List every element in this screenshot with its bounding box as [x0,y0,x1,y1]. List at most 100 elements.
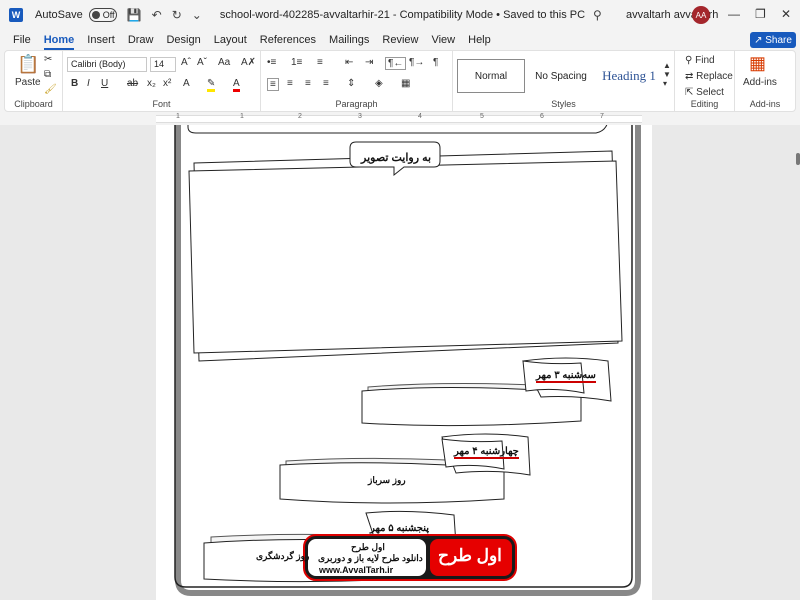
increase-indent-icon[interactable]: ⇥ [365,57,373,68]
search-icon[interactable]: ⚲ [593,8,602,22]
text-effects-icon[interactable]: A [183,78,190,89]
tab-review[interactable]: Review [382,34,418,46]
style-normal[interactable]: Normal [457,59,525,93]
day3-label[interactable]: پنجشنبه ۵ مهر [370,523,429,536]
watermark-line2: دانلود طرح لایه باز و دوربری [318,553,423,563]
align-center-icon[interactable]: ≡ [287,78,293,89]
addins-icon[interactable]: ▦ [749,53,766,74]
style-no-spacing[interactable]: No Spacing [527,59,595,93]
vertical-scrollbar[interactable] [796,153,800,165]
toggle-knob [91,11,100,19]
redo-icon[interactable]: ↻ [172,8,182,22]
replace-button[interactable]: ⇄ Replace [685,71,733,82]
italic-icon[interactable]: I [87,78,90,89]
tab-home[interactable]: Home [43,34,74,50]
autosave-label: AutoSave [35,9,83,21]
ruler-number: 3 [358,113,362,120]
day2-text[interactable]: روز سرباز [368,475,406,486]
ruler-bar [156,115,642,123]
cut-icon[interactable]: ✂ [44,54,52,65]
addins-group-label: Add-ins [749,99,781,109]
restore-icon[interactable]: ❐ [755,7,766,21]
addins-button[interactable]: Add-ins [743,77,777,88]
change-case-icon[interactable]: Aa [218,57,230,68]
day1-banner-graphic [361,357,612,427]
minimize-icon[interactable]: — [728,7,740,21]
avatar[interactable]: AA [692,6,710,24]
customize-toolbar-icon[interactable]: ⌄ [192,8,202,22]
word-app-icon: W [9,8,23,22]
day3-text[interactable]: روز گردشگری [256,551,309,562]
horizontal-ruler[interactable]: 1 1 2 3 4 5 6 7 [0,113,800,125]
ltr-direction-icon[interactable]: ¶→ [409,57,424,68]
watermark-logo: اول طرح [438,546,502,565]
bullets-icon[interactable]: •≡ [267,57,276,68]
ruler-number: 6 [540,113,544,120]
shrink-font-icon[interactable]: Aˇ [197,57,207,68]
clear-formatting-icon[interactable]: A✗ [241,57,256,68]
tab-draw[interactable]: Draw [128,34,154,46]
style-heading-1[interactable]: Heading 1 [597,59,661,93]
document-title[interactable]: school-word-402285-avvaltarhir-21 - Comp… [220,9,585,21]
day1-label[interactable]: سه‌شنبه ۳ مهر [536,370,596,383]
undo-icon[interactable]: ↶ [152,8,162,22]
document-page[interactable]: به روایت تصویر سه‌شنبه ۳ مهر چهارشنبه ۴ … [156,125,652,600]
justify-icon[interactable]: ≡ [323,78,329,89]
day2-label[interactable]: چهارشنبه ۴ مهر [454,446,519,459]
select-button[interactable]: ⇱ Select [685,87,724,98]
close-icon[interactable]: ✕ [781,7,791,21]
superscript-icon[interactable]: x² [163,78,171,89]
editing-group: ⚲ Find ⇄ Replace ⇱ Select Editing [675,51,735,111]
tab-mailings[interactable]: Mailings [329,34,369,46]
title-bar: W AutoSave Off 💾 ↶ ↻ ⌄ school-word-40228… [0,0,800,30]
numbering-icon[interactable]: 1≡ [291,57,302,68]
save-icon[interactable]: 💾 [127,8,142,22]
align-right-icon[interactable]: ≡ [305,78,311,89]
grow-font-icon[interactable]: Aˆ [181,57,191,68]
highlight-icon[interactable]: ✎ [207,78,216,92]
decrease-indent-icon[interactable]: ⇤ [345,57,353,68]
find-button[interactable]: ⚲ Find [685,55,715,66]
tab-layout[interactable]: Layout [214,34,247,46]
paste-button[interactable]: Paste [15,77,41,88]
borders-icon[interactable]: ▦ [401,78,410,89]
tab-file[interactable]: File [13,34,31,46]
clipboard-group: 📋 Paste ✂ ⧉ 🖌 Clipboard [5,51,63,111]
bold-icon[interactable]: B [71,78,78,89]
copy-icon[interactable]: ⧉ [44,69,51,80]
show-formatting-icon[interactable]: ¶ [433,57,438,68]
autosave-toggle[interactable]: Off [88,8,117,22]
format-painter-icon[interactable]: 🖌 [44,84,57,95]
editing-group-label: Editing [690,99,719,109]
font-color-icon[interactable]: A [233,78,240,92]
clipboard-group-label: Clipboard [14,99,53,109]
underline-icon[interactable]: U [101,78,108,89]
top-box-edge [187,125,608,134]
styles-group-label: Styles [551,99,576,109]
strikethrough-icon[interactable]: ab [127,78,138,89]
watermark-url: www.AvvalTarh.ir [319,565,394,575]
styles-scroll-icon[interactable]: ▲ ▼ ▾ [663,61,671,88]
line-spacing-icon[interactable]: ⇕ [347,78,355,89]
tab-view[interactable]: View [431,34,455,46]
font-name-select[interactable]: Calibri (Body) [67,57,147,72]
document-canvas[interactable]: به روایت تصویر سه‌شنبه ۳ مهر چهارشنبه ۴ … [0,125,800,600]
tab-references[interactable]: References [260,34,316,46]
multilevel-list-icon[interactable]: ≡ [317,57,323,68]
ruler-number: 2 [298,113,302,120]
tab-insert[interactable]: Insert [87,34,115,46]
picture-story-label[interactable]: به روایت تصویر [361,151,431,164]
shading-icon[interactable]: ◈ [375,78,383,89]
share-button[interactable]: ↗ Share [750,32,796,48]
paste-icon[interactable]: 📋 [17,54,39,75]
font-size-select[interactable]: 14 [150,57,176,72]
rtl-direction-icon[interactable]: ¶← [385,57,407,70]
tab-design[interactable]: Design [166,34,200,46]
paragraph-group: •≡ 1≡ ≡ ⇤ ⇥ ¶← ¶→ ¶ ≡ ≡ ≡ ≡ ⇕ ◈ ▦ Paragr… [261,51,453,111]
share-label: Share [765,34,792,46]
align-left-icon[interactable]: ≡ [267,78,279,91]
subscript-icon[interactable]: x₂ [147,78,156,89]
watermark-line1: اول طرح [351,542,385,552]
tab-help[interactable]: Help [468,34,491,46]
ruler-number: 5 [480,113,484,120]
